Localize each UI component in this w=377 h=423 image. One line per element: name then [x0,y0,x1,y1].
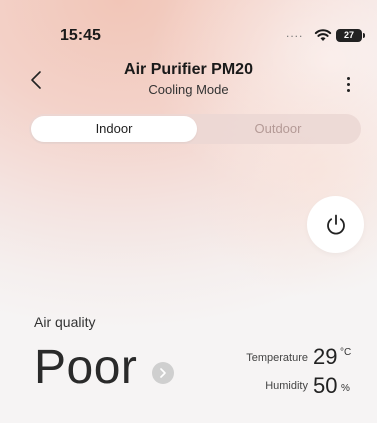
air-quality-details-button[interactable] [152,362,174,384]
battery-indicator: 27 [336,29,365,42]
tab-indoor[interactable]: Indoor [31,116,197,142]
more-dot-icon [346,82,350,86]
location-tabs: Indoor Outdoor [29,114,361,144]
temperature-label: Temperature [246,352,308,364]
power-button[interactable] [307,196,364,253]
wifi-icon [314,29,332,41]
air-quality-label: Air quality [34,314,96,330]
air-quality-value: Poor [34,341,138,394]
more-dot-icon [346,88,350,92]
power-icon [326,214,345,234]
status-time: 15:45 [60,27,101,44]
temperature-unit: °C [340,347,352,358]
page-title: Air Purifier PM20 [124,61,253,78]
bottom-panel [0,395,377,423]
tab-outdoor[interactable]: Outdoor [197,114,359,144]
humidity-unit: % [341,383,350,394]
humidity-label: Humidity [265,380,308,392]
temperature-value: 29 [313,344,338,369]
cellular-signal: .... [286,26,304,40]
more-options-button[interactable] [340,72,356,96]
chevron-right-icon [160,368,166,378]
mode-subtitle: Cooling Mode [148,82,229,97]
app-screen: 15:45 .... 27 Air Purifier PM20 Cooling … [0,0,377,423]
more-dot-icon [346,76,350,80]
